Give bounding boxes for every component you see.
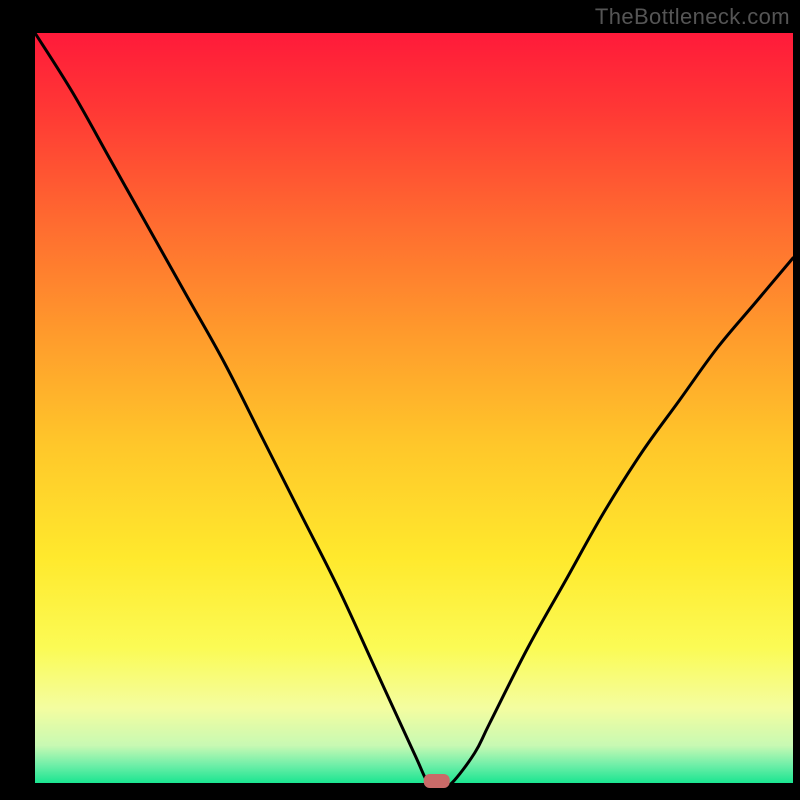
plot-background xyxy=(35,33,793,783)
optimum-marker xyxy=(424,774,450,788)
bottleneck-chart xyxy=(0,0,800,800)
chart-stage: TheBottleneck.com xyxy=(0,0,800,800)
